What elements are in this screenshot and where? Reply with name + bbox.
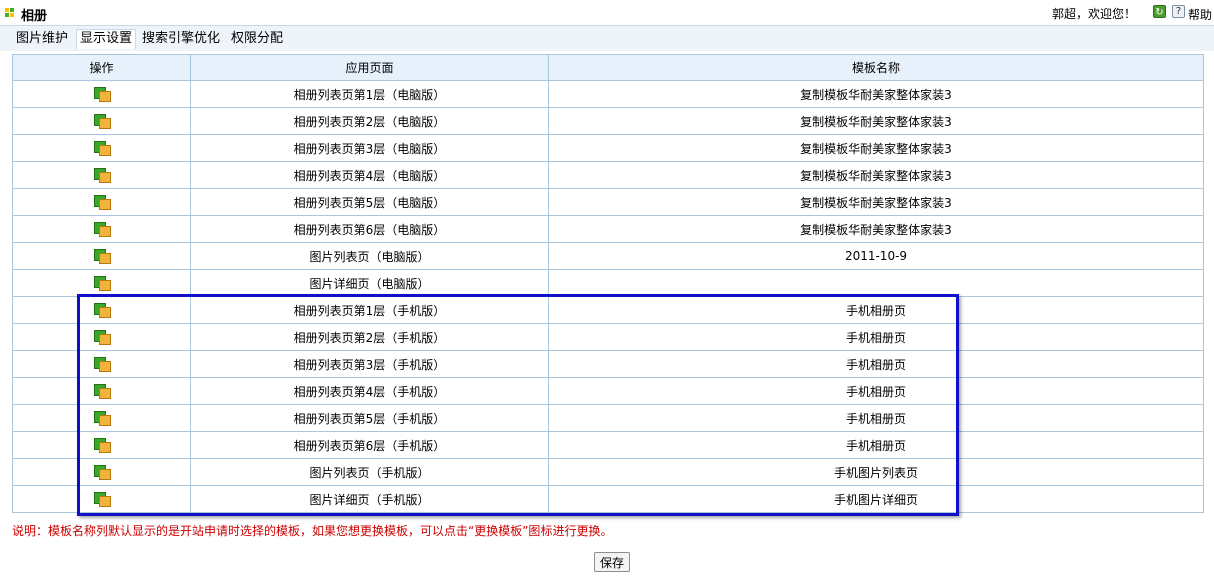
template-cell xyxy=(548,269,1204,297)
table-row: 图片列表页（手机版） 手机图片列表页 xyxy=(12,458,1204,486)
page-cell: 相册列表页第4层（电脑版） xyxy=(190,161,549,189)
table-row: 相册列表页第1层（手机版） 手机相册页 xyxy=(12,296,1204,324)
tab-image-maintenance[interactable]: 图片维护 xyxy=(13,30,71,48)
page-cell: 相册列表页第6层（电脑版） xyxy=(190,215,549,243)
template-cell: 复制模板华耐美家整体家装3 xyxy=(548,215,1204,243)
template-cell: 手机相册页 xyxy=(548,431,1204,459)
template-cell: 复制模板华耐美家整体家装3 xyxy=(548,161,1204,189)
change-template-icon[interactable] xyxy=(93,87,111,103)
page-cell: 相册列表页第3层（手机版） xyxy=(190,350,549,378)
tab-permissions[interactable]: 权限分配 xyxy=(228,30,286,48)
table-row: 相册列表页第2层（电脑版） 复制模板华耐美家整体家装3 xyxy=(12,107,1204,135)
app-grid-icon xyxy=(5,8,15,18)
change-template-icon[interactable] xyxy=(93,195,111,211)
action-cell xyxy=(12,431,191,459)
template-cell: 复制模板华耐美家整体家装3 xyxy=(548,107,1204,135)
template-cell: 复制模板华耐美家整体家装3 xyxy=(548,80,1204,108)
change-template-icon[interactable] xyxy=(93,384,111,400)
table-row: 相册列表页第3层（电脑版） 复制模板华耐美家整体家装3 xyxy=(12,134,1204,162)
instruction-note: 说明：模板名称列默认显示的是开站申请时选择的模板，如果您想更换模板，可以点击“更… xyxy=(12,524,613,538)
table-row: 相册列表页第6层（电脑版） 复制模板华耐美家整体家装3 xyxy=(12,215,1204,243)
page-cell: 相册列表页第2层（电脑版） xyxy=(190,107,549,135)
action-cell xyxy=(12,107,191,135)
table-row: 相册列表页第1层（电脑版） 复制模板华耐美家整体家装3 xyxy=(12,80,1204,108)
action-cell xyxy=(12,350,191,378)
action-cell xyxy=(12,458,191,486)
action-cell xyxy=(12,80,191,108)
template-cell: 2011-10-9 xyxy=(548,242,1204,270)
change-template-icon[interactable] xyxy=(93,168,111,184)
column-header-page: 应用页面 xyxy=(190,54,549,81)
column-header-template: 模板名称 xyxy=(548,54,1204,81)
page-cell: 图片列表页（手机版） xyxy=(190,458,549,486)
template-table: 操作 应用页面 模板名称 相册列表页第1层（电脑版） 复制模板华耐美家整体家装3 相… xyxy=(12,54,1204,513)
tab-seo[interactable]: 搜索引擎优化 xyxy=(139,30,223,48)
page-cell: 图片列表页（电脑版） xyxy=(190,242,549,270)
change-template-icon[interactable] xyxy=(93,222,111,238)
title-bar: 相册 郭超，欢迎您！ ↻ ? 帮助 xyxy=(0,0,1214,26)
template-cell: 复制模板华耐美家整体家装3 xyxy=(548,134,1204,162)
page-cell: 相册列表页第2层（手机版） xyxy=(190,323,549,351)
change-template-icon[interactable] xyxy=(93,330,111,346)
action-cell xyxy=(12,134,191,162)
change-template-icon[interactable] xyxy=(93,411,111,427)
change-template-icon[interactable] xyxy=(93,492,111,508)
change-template-icon[interactable] xyxy=(93,303,111,319)
page-cell: 图片详细页（电脑版） xyxy=(190,269,549,297)
action-cell xyxy=(12,377,191,405)
table-row: 相册列表页第4层（手机版） 手机相册页 xyxy=(12,377,1204,405)
change-template-icon[interactable] xyxy=(93,357,111,373)
refresh-icon[interactable]: ↻ xyxy=(1153,5,1166,18)
page-cell: 相册列表页第5层（电脑版） xyxy=(190,188,549,216)
template-cell: 手机相册页 xyxy=(548,296,1204,324)
page-title: 相册 xyxy=(21,9,48,24)
save-button[interactable]: 保存 xyxy=(594,552,630,572)
action-cell xyxy=(12,188,191,216)
action-cell xyxy=(12,296,191,324)
change-template-icon[interactable] xyxy=(93,438,111,454)
change-template-icon[interactable] xyxy=(93,276,111,292)
page-cell: 相册列表页第3层（电脑版） xyxy=(190,134,549,162)
template-cell: 复制模板华耐美家整体家装3 xyxy=(548,188,1204,216)
template-cell: 手机相册页 xyxy=(548,323,1204,351)
help-link[interactable]: 帮助 xyxy=(1188,6,1212,23)
page-cell: 图片详细页（手机版） xyxy=(190,485,549,513)
table-header-row: 操作 应用页面 模板名称 xyxy=(12,54,1204,81)
table-row: 相册列表页第3层（手机版） 手机相册页 xyxy=(12,350,1204,378)
page-cell: 相册列表页第1层（电脑版） xyxy=(190,80,549,108)
welcome-text: 郭超，欢迎您！ xyxy=(1052,7,1137,21)
page-cell: 相册列表页第1层（手机版） xyxy=(190,296,549,324)
tab-bar: 图片维护 显示设置 搜索引擎优化 权限分配 xyxy=(0,26,1214,51)
change-template-icon[interactable] xyxy=(93,141,111,157)
template-cell: 手机相册页 xyxy=(548,404,1204,432)
page-cell: 相册列表页第4层（手机版） xyxy=(190,377,549,405)
tab-display-settings[interactable]: 显示设置 xyxy=(76,29,137,49)
template-cell: 手机相册页 xyxy=(548,377,1204,405)
change-template-icon[interactable] xyxy=(93,249,111,265)
column-header-action: 操作 xyxy=(12,54,191,81)
change-template-icon[interactable] xyxy=(93,465,111,481)
table-row: 图片详细页（手机版） 手机图片详细页 xyxy=(12,485,1204,513)
table-row: 相册列表页第5层（电脑版） 复制模板华耐美家整体家装3 xyxy=(12,188,1204,216)
table-row: 相册列表页第2层（手机版） 手机相册页 xyxy=(12,323,1204,351)
action-cell xyxy=(12,242,191,270)
table-row: 相册列表页第4层（电脑版） 复制模板华耐美家整体家装3 xyxy=(12,161,1204,189)
action-cell xyxy=(12,323,191,351)
action-cell xyxy=(12,215,191,243)
page-cell: 相册列表页第5层（手机版） xyxy=(190,404,549,432)
table-row: 相册列表页第5层（手机版） 手机相册页 xyxy=(12,404,1204,432)
table-row: 相册列表页第6层（手机版） 手机相册页 xyxy=(12,431,1204,459)
change-template-icon[interactable] xyxy=(93,114,111,130)
action-cell xyxy=(12,269,191,297)
help-icon[interactable]: ? xyxy=(1172,5,1185,18)
table-row: 图片详细页（电脑版） xyxy=(12,269,1204,297)
template-cell: 手机图片详细页 xyxy=(548,485,1204,513)
template-cell: 手机相册页 xyxy=(548,350,1204,378)
action-cell xyxy=(12,161,191,189)
page-cell: 相册列表页第6层（手机版） xyxy=(190,431,549,459)
table-row: 图片列表页（电脑版） 2011-10-9 xyxy=(12,242,1204,270)
action-cell xyxy=(12,485,191,513)
action-cell xyxy=(12,404,191,432)
template-cell: 手机图片列表页 xyxy=(548,458,1204,486)
